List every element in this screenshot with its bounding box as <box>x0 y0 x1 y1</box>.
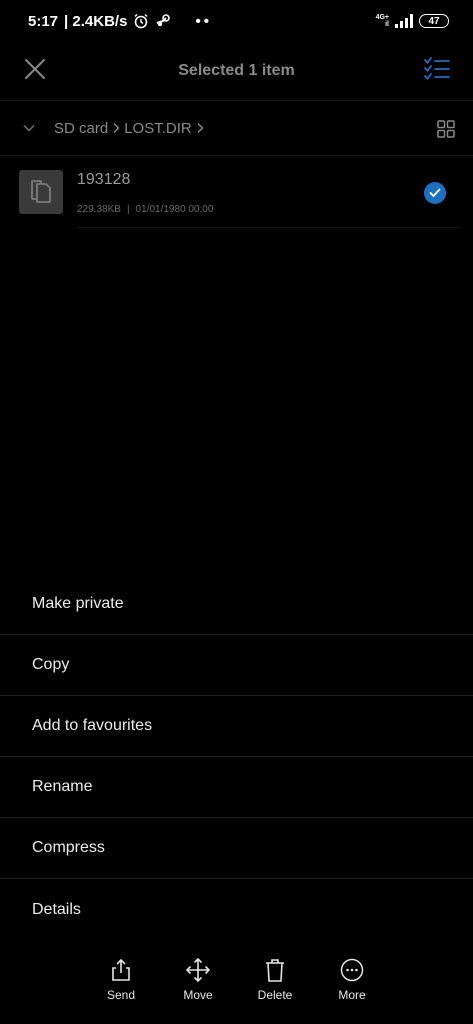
status-speed: | 2.4KB/s <box>64 12 128 30</box>
more-label: More <box>338 988 366 1002</box>
status-right: 4G+ il 47 <box>376 14 449 28</box>
menu-item-details[interactable]: Details <box>0 879 473 940</box>
file-list-item[interactable]: 193128 229.38KB | 01/01/1980 00:00 <box>0 156 473 228</box>
file-thumbnail <box>19 170 63 214</box>
status-left: 5:17 | 2.4KB/s •• <box>28 13 212 30</box>
more-icon <box>340 958 364 982</box>
signal-icon <box>395 14 413 28</box>
file-copy-icon <box>31 180 51 203</box>
file-size: 229.38KB <box>77 204 121 215</box>
chevron-down-icon[interactable] <box>22 121 36 135</box>
row-divider <box>77 227 461 228</box>
breadcrumb-item-lost-dir[interactable]: LOST.DIR <box>124 120 192 137</box>
move-icon <box>186 958 210 982</box>
menu-item-compress[interactable]: Compress <box>0 818 473 879</box>
send-label: Send <box>106 988 136 1002</box>
share-icon <box>112 958 130 981</box>
move-label: Move <box>183 988 213 1002</box>
chevron-right-icon <box>113 123 120 133</box>
network-sub: il <box>385 21 389 28</box>
alarm-icon <box>134 13 148 29</box>
bottom-action-bar: Send Move Delete More <box>0 950 473 1024</box>
breadcrumb-item-sd-card[interactable]: SD card <box>54 120 108 137</box>
move-button[interactable]: Move <box>163 958 233 1002</box>
trash-icon <box>266 959 284 982</box>
page-title: Selected 1 item <box>178 62 295 79</box>
file-meta-separator: | <box>126 204 130 215</box>
chevron-right-icon <box>197 123 204 133</box>
select-all-icon[interactable] <box>423 56 451 82</box>
more-button[interactable]: More <box>317 958 387 1002</box>
delete-label: Delete <box>257 988 293 1002</box>
menu-item-make-private[interactable]: Make private <box>0 574 473 635</box>
menu-item-copy[interactable]: Copy <box>0 635 473 696</box>
network-type: 4G+ <box>375 14 389 21</box>
status-bar: 5:17 | 2.4KB/s •• 4G+ il 47 <box>0 0 473 42</box>
top-bar: Selected 1 item <box>0 42 473 100</box>
status-time: 5:17 <box>28 12 59 30</box>
close-icon[interactable] <box>22 56 48 82</box>
file-name: 193128 <box>77 171 131 188</box>
file-meta: 229.38KB | 01/01/1980 00:00 <box>77 204 213 215</box>
menu-item-add-to-favourites[interactable]: Add to favourites <box>0 696 473 757</box>
file-date: 01/01/1980 00:00 <box>135 204 214 215</box>
battery-level: 47 <box>428 15 440 27</box>
battery-indicator: 47 <box>419 14 449 28</box>
selected-checkbox[interactable] <box>424 182 446 204</box>
delete-button[interactable]: Delete <box>240 958 310 1002</box>
network-indicator: 4G+ il <box>376 14 389 28</box>
send-button[interactable]: Send <box>86 958 156 1002</box>
grid-view-icon[interactable] <box>437 120 455 138</box>
checkmark-icon <box>429 188 441 198</box>
action-menu: Make private Copy Add to favourites Rename C… <box>0 574 473 940</box>
breadcrumb: SD card LOST.DIR <box>0 101 473 155</box>
menu-item-rename[interactable]: Rename <box>0 757 473 818</box>
more-notifications-icon: •• <box>195 12 212 30</box>
steam-icon <box>157 14 171 27</box>
